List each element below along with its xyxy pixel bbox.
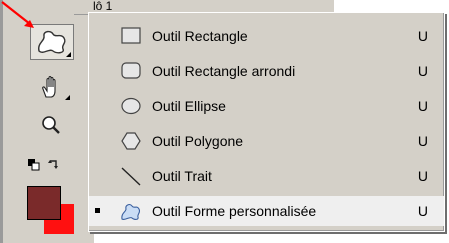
custom-shape-icon xyxy=(121,204,141,220)
rectangle-icon xyxy=(121,27,141,44)
menu-item-ellipse-tool[interactable]: Outil Ellipse U xyxy=(89,91,444,121)
menu-item-rounded-rectangle-tool[interactable]: Outil Rectangle arrondi U xyxy=(89,56,444,86)
menu-item-shortcut: U xyxy=(417,63,428,79)
menu-item-shortcut: U xyxy=(417,98,428,114)
rounded-rectangle-icon xyxy=(121,62,141,79)
selected-indicator xyxy=(95,208,100,213)
menu-item-shortcut: U xyxy=(417,203,428,219)
line-icon xyxy=(121,167,141,186)
pointer-arrow-icon xyxy=(1,1,34,28)
menu-item-shortcut: U xyxy=(417,168,428,184)
menu-item-label: Outil Ellipse xyxy=(152,98,226,114)
menu-item-shortcut: U xyxy=(417,28,428,44)
zoom-tool-button[interactable] xyxy=(36,112,66,140)
menu-item-label: Outil Polygone xyxy=(152,133,244,149)
magnifier-icon xyxy=(42,116,60,134)
swap-colors-icon[interactable] xyxy=(48,160,58,169)
menu-item-label: Outil Trait xyxy=(152,168,212,184)
menu-item-label: Outil Rectangle xyxy=(152,28,248,44)
menu-item-polygon-tool[interactable]: Outil Polygone U xyxy=(89,126,444,156)
menu-item-custom-shape-tool[interactable]: Outil Forme personnalisée U xyxy=(89,196,444,226)
tool-group-indicator xyxy=(65,95,70,100)
menu-item-label: Outil Rectangle arrondi xyxy=(152,63,296,79)
menu-item-line-tool[interactable]: Outil Trait U xyxy=(89,161,444,191)
hand-icon xyxy=(42,75,56,98)
shape-tools-flyout-menu: Outil Rectangle U Outil Rectangle arrond… xyxy=(88,12,445,232)
foreground-color-swatch[interactable] xyxy=(27,186,61,220)
color-swap-controls xyxy=(26,155,74,175)
menu-item-label: Outil Forme personnalisée xyxy=(152,203,317,219)
menu-item-shortcut: U xyxy=(417,133,428,149)
ellipse-icon xyxy=(121,97,141,115)
hand-tool-button[interactable] xyxy=(36,74,70,102)
default-colors-icon[interactable] xyxy=(28,159,40,171)
tool-group-indicator xyxy=(66,52,71,57)
polygon-icon xyxy=(121,132,141,150)
menu-item-rectangle-tool[interactable]: Outil Rectangle U xyxy=(89,21,444,51)
